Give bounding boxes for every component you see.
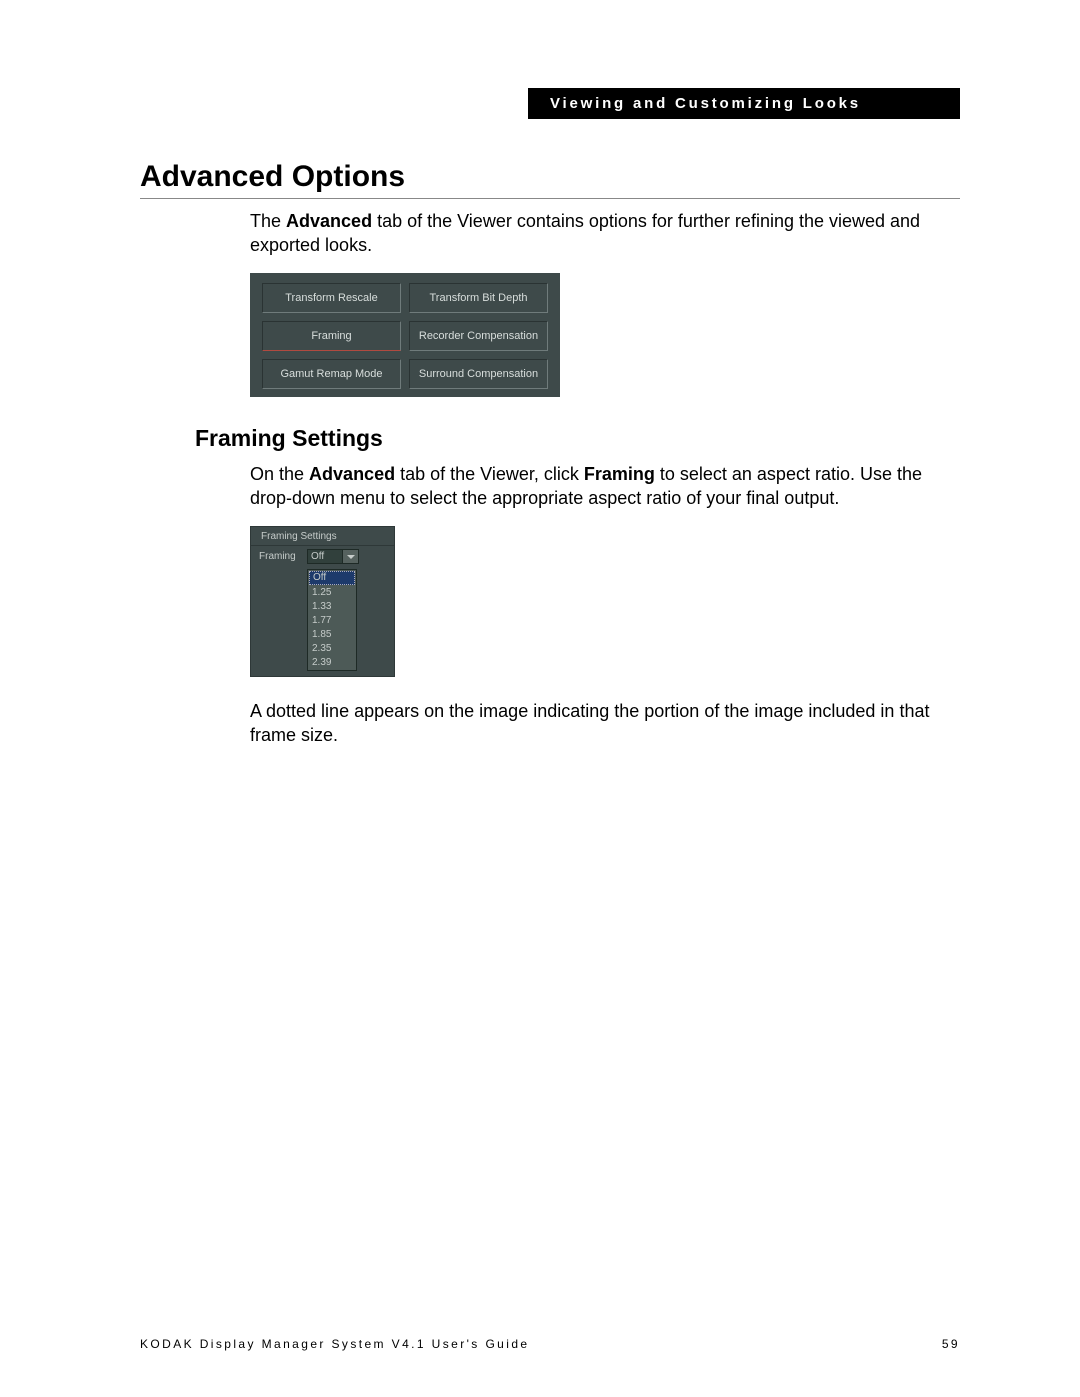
advanced-row-2: Framing Recorder Compensation <box>262 321 548 351</box>
framing-select[interactable]: Off <box>307 549 359 564</box>
chevron-down-icon <box>347 555 355 559</box>
framing-option[interactable]: 2.39 <box>308 656 356 670</box>
fp-b1: Advanced <box>309 464 395 484</box>
page: Viewing and Customizing Looks Advanced O… <box>0 0 1080 1397</box>
footer-doc-title: KODAK Display Manager System V4.1 User's… <box>140 1337 529 1351</box>
fp-t2: tab of the Viewer, click <box>395 464 584 484</box>
framing-option[interactable]: 1.77 <box>308 614 356 628</box>
framing-option[interactable]: 1.25 <box>308 586 356 600</box>
footer-page-number: 59 <box>942 1337 960 1351</box>
dotted-separator: . . . . . . . . . . . . . . . . . . . . … <box>140 1313 960 1319</box>
title-rule <box>140 198 960 199</box>
surround-compensation-button[interactable]: Surround Compensation <box>409 359 548 389</box>
framing-settings-panel: Framing Settings Framing Off Off 1.25 1.… <box>250 526 395 677</box>
fp-t1: On the <box>250 464 309 484</box>
recorder-compensation-button[interactable]: Recorder Compensation <box>409 321 548 351</box>
advanced-row-3: Gamut Remap Mode Surround Compensation <box>262 359 548 389</box>
framing-option-list[interactable]: Off 1.25 1.33 1.77 1.85 2.35 2.39 <box>307 569 357 671</box>
page-footer: KODAK Display Manager System V4.1 User's… <box>140 1337 960 1351</box>
framing-group-title: Framing Settings <box>251 527 394 546</box>
intro-paragraph: The Advanced tab of the Viewer contains … <box>250 209 960 257</box>
intro-bold: Advanced <box>286 211 372 231</box>
indent-block-1: The Advanced tab of the Viewer contains … <box>250 209 960 397</box>
page-title: Advanced Options <box>140 160 960 194</box>
advanced-row-1: Transform Rescale Transform Bit Depth <box>262 283 548 313</box>
indent-block-2: On the Advanced tab of the Viewer, click… <box>250 462 960 747</box>
framing-dropdown-button[interactable] <box>343 549 359 564</box>
framing-button[interactable]: Framing <box>262 321 401 351</box>
framing-option[interactable]: Off <box>309 571 355 585</box>
subsection-title: Framing Settings <box>195 425 960 452</box>
fp-b2: Framing <box>584 464 655 484</box>
framing-label: Framing <box>259 551 303 562</box>
transform-rescale-button[interactable]: Transform Rescale <box>262 283 401 313</box>
framing-option[interactable]: 1.85 <box>308 628 356 642</box>
framing-option[interactable]: 2.35 <box>308 642 356 656</box>
section-header: Viewing and Customizing Looks <box>528 88 960 119</box>
framing-paragraph: On the Advanced tab of the Viewer, click… <box>250 462 960 510</box>
content-area: Advanced Options The Advanced tab of the… <box>140 88 960 747</box>
framing-row: Framing Off <box>251 546 394 567</box>
framing-select-value: Off <box>307 549 343 564</box>
advanced-tab-panel: Transform Rescale Transform Bit Depth Fr… <box>250 273 560 397</box>
gamut-remap-mode-button[interactable]: Gamut Remap Mode <box>262 359 401 389</box>
intro-text: The <box>250 211 286 231</box>
after-framing-paragraph: A dotted line appears on the image indic… <box>250 699 960 747</box>
framing-option[interactable]: 1.33 <box>308 600 356 614</box>
transform-bit-depth-button[interactable]: Transform Bit Depth <box>409 283 548 313</box>
